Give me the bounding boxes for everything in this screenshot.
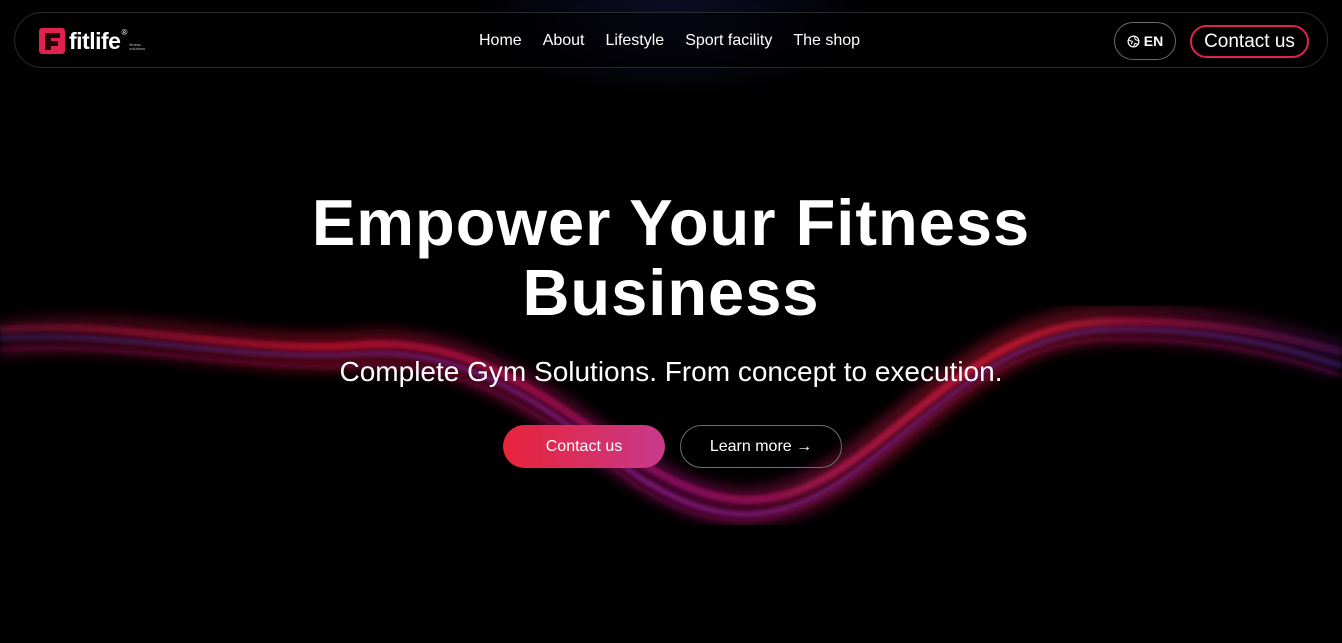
nav-item-the-shop[interactable]: The shop: [793, 32, 860, 50]
learn-more-button[interactable]: Learn more →: [680, 425, 842, 468]
hero-title: Empower Your Fitness Business: [0, 188, 1342, 328]
registered-mark: ®: [121, 27, 128, 37]
hero-title-line1: Empower Your Fitness: [311, 186, 1031, 259]
top-navbar: fitlife ® fitness solutions Home About L…: [14, 12, 1328, 68]
primary-nav: Home About Lifestyle Sport facility The …: [479, 13, 881, 69]
nav-item-home[interactable]: Home: [479, 32, 522, 50]
hero-actions: Contact us Learn more →: [503, 425, 842, 468]
language-selector[interactable]: EN: [1114, 22, 1176, 60]
hero-subtitle: Complete Gym Solutions. From concept to …: [339, 356, 1003, 387]
hero-title-line2: Business: [522, 256, 820, 329]
nav-item-about[interactable]: About: [543, 32, 585, 50]
brand-logo[interactable]: fitlife ® fitness solutions: [39, 27, 146, 55]
globe-icon: [1127, 35, 1140, 47]
nav-item-sport-facility[interactable]: Sport facility: [685, 32, 772, 50]
nav-contact-button[interactable]: Contact us: [1190, 25, 1309, 58]
language-label: EN: [1143, 33, 1164, 49]
fitlife-logo-icon: [39, 28, 65, 54]
nav-item-lifestyle[interactable]: Lifestyle: [606, 32, 665, 50]
landing-page: fitlife ® fitness solutions Home About L…: [0, 0, 1342, 643]
brand-tagline: fitness solutions: [129, 42, 146, 51]
contact-us-button[interactable]: Contact us: [503, 425, 665, 468]
brand-name: fitlife: [69, 27, 121, 54]
